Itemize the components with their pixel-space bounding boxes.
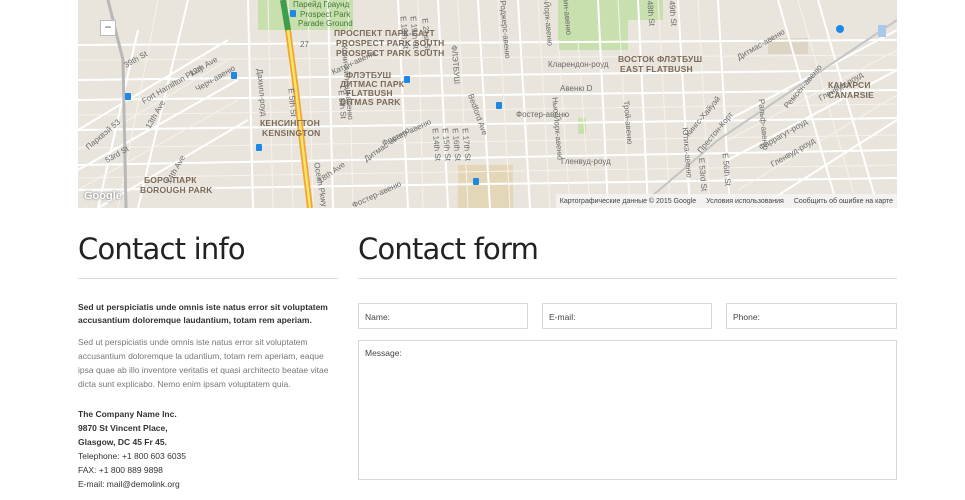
map-label-park: Парейд Граунд bbox=[293, 0, 350, 9]
telephone[interactable]: Telephone: +1 800 603 6035 bbox=[78, 449, 338, 463]
name-field[interactable]: Name: bbox=[358, 303, 528, 329]
email-link[interactable]: E-mail: mail@demolink.org bbox=[78, 477, 338, 491]
contact-info-lead: Sed ut perspiciatis unde omnis iste natu… bbox=[78, 302, 328, 325]
map-label-park: Prospect Park bbox=[300, 10, 351, 19]
subway-station-icon[interactable] bbox=[231, 72, 237, 79]
contact-info-section: Contact info Sed ut perspiciatis unde om… bbox=[78, 230, 338, 491]
company-name: The Company Name Inc. bbox=[78, 409, 177, 419]
subway-station-icon[interactable] bbox=[256, 144, 262, 151]
map-label-neighborhood: EAST FLATBUSH bbox=[620, 64, 693, 74]
google-logo[interactable]: Google bbox=[84, 190, 122, 202]
address-street: 9870 St Vincent Place, bbox=[78, 423, 168, 433]
map-label-neighborhood: КЕНСИНГТОН bbox=[260, 118, 320, 128]
map-embed[interactable]: − Парейд Граунд Prospect Park Parade Gro… bbox=[78, 0, 897, 208]
map-label-street: Кларендон-роуд bbox=[548, 60, 609, 69]
divider bbox=[358, 278, 897, 279]
contact-form-section: Contact form bbox=[358, 230, 897, 279]
message-field[interactable]: Message: bbox=[358, 340, 897, 480]
map-label-neighborhood: ПРОСПЕКТ ПАРК-САУТ bbox=[334, 28, 435, 38]
subway-station-icon[interactable] bbox=[404, 76, 410, 83]
address-city: Glasgow, DC 45 Fr 45. bbox=[78, 437, 167, 447]
map-label-neighborhood: KENSINGTON bbox=[262, 128, 321, 138]
phone-field[interactable]: Phone: bbox=[726, 303, 897, 329]
map-label-street: Фостер-авеню bbox=[516, 110, 570, 119]
subway-station-icon[interactable] bbox=[473, 178, 479, 185]
map-label-street: Гленвуд-роуд bbox=[561, 157, 611, 166]
fax: FAX: +1 800 889 9898 bbox=[78, 465, 163, 475]
subway-station-icon[interactable] bbox=[290, 10, 296, 17]
map-label-park: Parade Ground bbox=[298, 19, 353, 28]
map-data-credit: Картографические данные © 2015 Google bbox=[559, 197, 697, 205]
report-error-link[interactable]: Сообщить об ошибке на карте bbox=[794, 198, 893, 205]
map-attribution: Картографические данные © 2015 Google Ус… bbox=[555, 194, 897, 208]
map-label-neighborhood: ВОСТОК ФЛЭТБУШ bbox=[618, 54, 703, 64]
map-label-street: Авеню D bbox=[560, 84, 593, 93]
contact-info-body: Sed ut perspiciatis unde omnis iste natu… bbox=[78, 337, 329, 389]
divider bbox=[78, 278, 338, 279]
map-label-neighborhood: BOROUGH PARK bbox=[140, 185, 213, 195]
email-field[interactable]: E-mail: bbox=[542, 303, 712, 329]
zoom-out-button[interactable]: − bbox=[100, 20, 116, 36]
company-address: The Company Name Inc. 9870 St Vincent Pl… bbox=[78, 407, 338, 491]
map-label-route: 27 bbox=[300, 40, 309, 49]
hospital-icon[interactable] bbox=[836, 25, 844, 33]
terms-link[interactable]: Условия использования bbox=[706, 198, 784, 205]
contact-info-title: Contact info bbox=[78, 232, 246, 266]
subway-station-icon[interactable] bbox=[125, 93, 131, 100]
contact-form-title: Contact form bbox=[358, 232, 539, 266]
subway-station-icon[interactable] bbox=[496, 102, 502, 109]
